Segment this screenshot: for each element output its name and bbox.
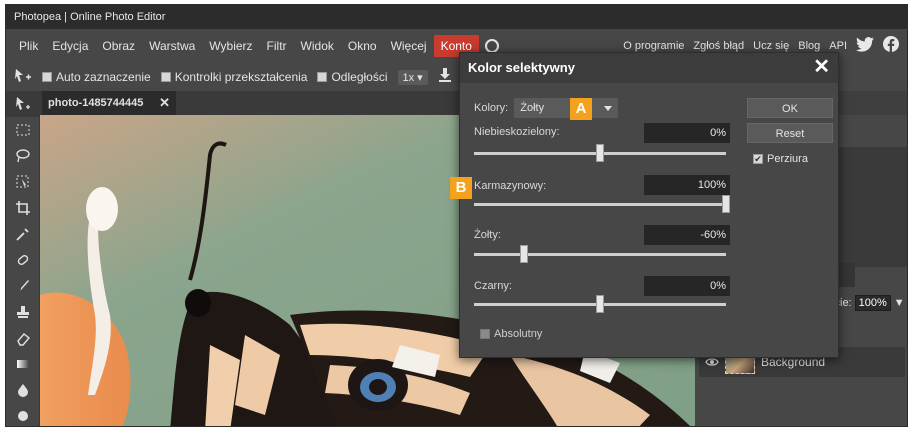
slider-value-yellow[interactable]: -60% [644, 225, 730, 245]
move-tool-icon[interactable] [14, 68, 32, 87]
eyedropper-tool[interactable] [6, 221, 40, 247]
slider-track-cyan[interactable] [474, 144, 726, 162]
lasso-tool[interactable] [6, 143, 40, 169]
ok-button[interactable]: OK [747, 98, 833, 118]
menu-item-okno[interactable]: Okno [341, 35, 384, 57]
auto-select-checkbox[interactable] [42, 72, 52, 82]
window-title: Photopea | Online Photo Editor [6, 5, 907, 29]
slider-label-cyan: Niebieskozielony: [474, 126, 560, 138]
slider-label-black: Czarny: [474, 280, 512, 292]
colors-row: Kolory: Żołty [474, 98, 619, 118]
colors-select[interactable]: Żołty [514, 98, 619, 118]
preview-checkbox[interactable]: ✔ [753, 154, 763, 164]
facebook-icon[interactable] [883, 36, 899, 56]
slider-thumb-magenta[interactable] [722, 195, 730, 213]
absolute-option[interactable]: Absolutny [480, 328, 542, 340]
download-icon[interactable] [438, 68, 452, 86]
menu-item-plik[interactable]: Plik [12, 35, 45, 57]
marquee-tool[interactable] [6, 117, 40, 143]
slider-thumb-cyan[interactable] [596, 144, 604, 162]
brush-tool[interactable] [6, 273, 40, 299]
slider-thumb-black[interactable] [596, 295, 604, 313]
opacity-input[interactable]: 100% [854, 295, 891, 311]
slider-thumb-yellow[interactable] [520, 245, 529, 263]
app-window: Photopea | Online Photo Editor Plik Edyc… [5, 4, 908, 427]
menu-item-warstwa[interactable]: Warstwa [142, 35, 202, 57]
slider-label-magenta: Karmazynowy: [474, 180, 547, 192]
opacity-control: ycie: 100% ▼ [829, 295, 905, 311]
document-tab-name: photo-1485744445 [48, 97, 144, 109]
clone-stamp-tool[interactable] [6, 299, 40, 325]
twitter-icon[interactable] [856, 36, 874, 56]
menu-item-filtr[interactable]: Filtr [260, 35, 294, 57]
slider-value-magenta[interactable]: 100% [644, 175, 730, 195]
document-tab[interactable]: photo-1485744445 ✕ [42, 91, 176, 115]
slider-track-magenta[interactable] [474, 195, 730, 213]
crop-tool[interactable] [6, 195, 40, 221]
transform-controls-option[interactable]: Kontrolki przekształcenia [160, 70, 308, 84]
dialog-title: Kolor selektywny ✕ [460, 53, 838, 83]
distances-option[interactable]: Odległości [317, 70, 388, 84]
menu-item-edycja[interactable]: Edycja [45, 35, 95, 57]
move-tool[interactable] [6, 91, 40, 117]
tools-panel [6, 91, 40, 426]
zoom-value: 1x [402, 71, 415, 84]
annotation-marker-b: B [450, 177, 472, 199]
dodge-tool[interactable] [6, 403, 40, 426]
menu-item-obraz[interactable]: Obraz [95, 35, 142, 57]
eraser-tool[interactable] [6, 325, 40, 351]
dialog-body: Kolory: Żołty A Niebieskozielony: 0% B K… [450, 83, 838, 359]
close-icon[interactable]: ✕ [813, 53, 830, 81]
preview-option[interactable]: ✔ Perziura [753, 153, 808, 165]
opacity-dropdown-icon[interactable]: ▼ [894, 297, 905, 309]
zoom-select[interactable]: 1x ▾ [397, 69, 428, 85]
search-icon[interactable] [484, 39, 499, 53]
menu-item-wiecej[interactable]: Więcej [384, 35, 434, 57]
slider-track-black[interactable] [474, 295, 726, 313]
close-tab-icon[interactable]: ✕ [159, 91, 170, 115]
transform-controls-checkbox[interactable] [160, 72, 171, 82]
blur-tool[interactable] [6, 377, 40, 403]
slider-track-yellow[interactable] [474, 245, 726, 263]
distances-checkbox[interactable] [317, 72, 328, 82]
absolute-checkbox[interactable] [480, 329, 490, 339]
reset-button[interactable]: Reset [747, 123, 833, 143]
colors-label: Kolory: [474, 102, 509, 114]
menu-item-wybierz[interactable]: Wybierz [202, 35, 259, 57]
preview-label: Perziura [767, 153, 808, 165]
transform-controls-label: Kontrolki przekształcenia [174, 70, 308, 84]
auto-select-label: Auto zaznaczenie [56, 70, 151, 84]
selective-color-dialog: Kolor selektywny ✕ Kolory: Żołty A Niebi… [450, 52, 839, 359]
auto-select-option[interactable]: Auto zaznaczenie [42, 70, 151, 84]
healing-brush-tool[interactable] [6, 247, 40, 273]
distances-label: Odległości [331, 70, 388, 84]
slider-value-cyan[interactable]: 0% [644, 123, 730, 143]
absolute-label: Absolutny [494, 328, 543, 340]
slider-value-black[interactable]: 0% [644, 276, 730, 296]
annotation-marker-a: A [570, 98, 592, 120]
dialog-title-text: Kolor selektywny [468, 60, 575, 75]
chevron-down-icon [604, 105, 613, 111]
gradient-tool[interactable] [6, 351, 40, 377]
quick-select-tool[interactable] [6, 169, 40, 195]
slider-label-yellow: Żołty: [474, 229, 501, 241]
colors-select-value: Żołty [520, 102, 545, 114]
menu-item-widok[interactable]: Widok [294, 35, 341, 57]
